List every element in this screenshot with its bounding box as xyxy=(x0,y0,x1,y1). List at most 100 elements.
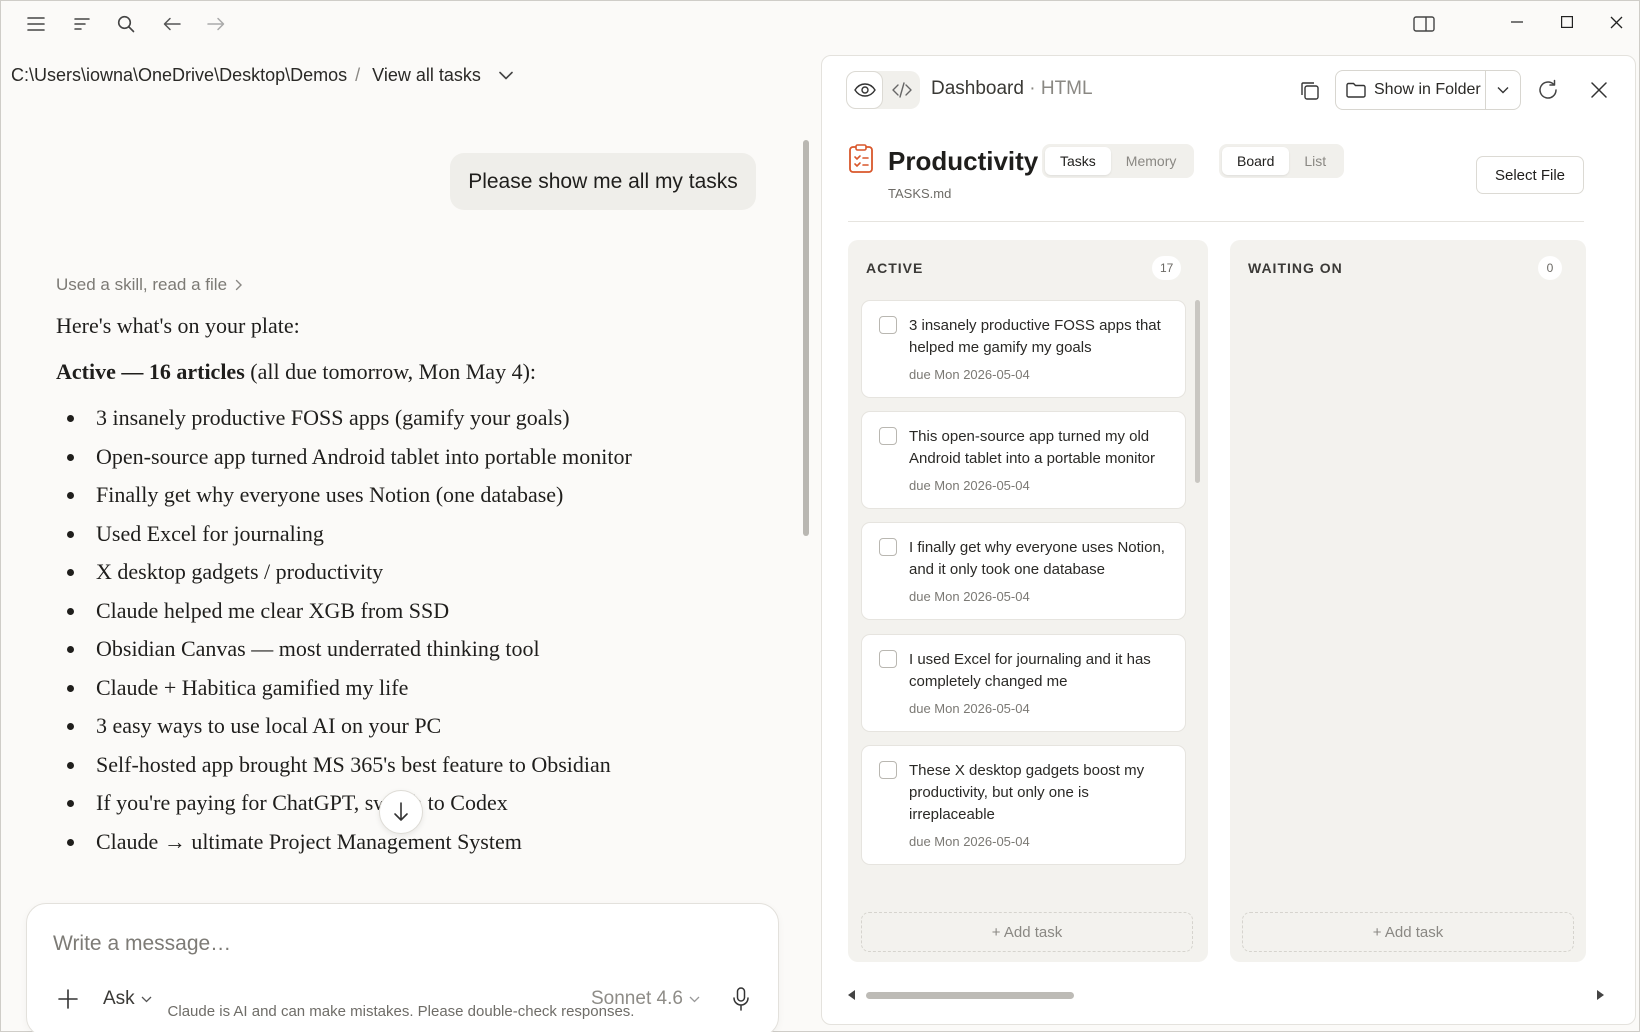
show-in-folder-dropdown[interactable] xyxy=(1486,71,1520,109)
scroll-right-icon[interactable] xyxy=(1596,990,1604,1000)
preview-toggle[interactable] xyxy=(846,71,883,109)
list-item: Finally get why everyone uses Notion (on… xyxy=(56,482,756,521)
folder-icon xyxy=(1346,82,1366,98)
active-heading: Active — 16 articles xyxy=(56,359,245,384)
close-panel-button[interactable] xyxy=(1584,75,1614,105)
artifact-name: Dashboard xyxy=(931,78,1024,99)
list-item: X desktop gadgets / productivity xyxy=(56,559,756,598)
task-title: I finally get why everyone uses Notion, … xyxy=(909,539,1165,578)
tab-board[interactable]: Board xyxy=(1222,147,1290,175)
header-divider xyxy=(848,221,1584,222)
breadcrumb: C:\Users\iowna\OneDrive\Desktop\Demos / … xyxy=(11,65,513,86)
forward-arrow-icon[interactable] xyxy=(201,9,231,39)
column-title: ACTIVE xyxy=(866,260,924,276)
view-all-tasks-link[interactable]: View all tasks xyxy=(372,65,481,86)
user-message-text: Please show me all my tasks xyxy=(468,169,738,193)
list-item: Used Excel for journaling xyxy=(56,521,756,560)
list-item: Self-hosted app brought MS 365's best fe… xyxy=(56,752,756,791)
card-list: 3 insanely productive FOSS apps that hel… xyxy=(861,300,1188,878)
artifact-panel: Dashboard · HTML Show in Folder Producti… xyxy=(821,55,1636,1025)
breadcrumb-path[interactable]: C:\Users\iowna\OneDrive\Desktop\Demos xyxy=(11,65,347,86)
show-in-folder-button[interactable]: Show in Folder xyxy=(1335,70,1521,110)
clipboard-checklist-icon xyxy=(848,144,874,174)
active-detail: (all due tomorrow, Mon May 4): xyxy=(244,359,537,384)
title-bar xyxy=(1,1,1640,45)
task-card[interactable]: This open-source app turned my old Andro… xyxy=(861,411,1186,509)
maximize-icon[interactable] xyxy=(1544,7,1590,37)
board-column-active: ACTIVE 17 3 insanely productive FOSS app… xyxy=(848,240,1208,962)
task-title: I used Excel for journaling and it has c… xyxy=(909,651,1151,690)
task-card[interactable]: These X desktop gadgets boost my product… xyxy=(861,745,1186,865)
ai-disclaimer: Claude is AI and can make mistakes. Plea… xyxy=(167,1003,635,1020)
skill-usage-toggle[interactable]: Used a skill, read a file xyxy=(56,275,243,295)
refresh-button[interactable] xyxy=(1533,75,1563,105)
list-item: 3 easy ways to use local AI on your PC xyxy=(56,713,756,752)
minimize-icon[interactable] xyxy=(1494,7,1540,37)
column-count-badge: 0 xyxy=(1538,256,1562,280)
select-file-button[interactable]: Select File xyxy=(1476,156,1584,194)
task-checkbox[interactable] xyxy=(879,316,897,334)
view-mode-toggle xyxy=(846,71,920,109)
dashboard-title: Productivity xyxy=(888,146,1039,176)
message-input[interactable]: Write a message… xyxy=(53,932,231,956)
task-title: These X desktop gadgets boost my product… xyxy=(909,762,1145,823)
task-due-date: due Mon 2026-05-04 xyxy=(909,834,1030,849)
panel-header: Dashboard · HTML Show in Folder xyxy=(822,56,1637,126)
list-item: 3 insanely productive FOSS apps (gamify … xyxy=(56,405,756,444)
task-title: This open-source app turned my old Andro… xyxy=(909,428,1155,467)
chat-pane: C:\Users\iowna\OneDrive\Desktop\Demos / … xyxy=(1,45,813,1032)
show-in-folder-main[interactable]: Show in Folder xyxy=(1336,71,1487,109)
task-card[interactable]: I finally get why everyone uses Notion, … xyxy=(861,522,1186,620)
chevron-down-icon[interactable] xyxy=(499,71,513,80)
tab-tasks[interactable]: Tasks xyxy=(1045,147,1111,175)
refresh-icon xyxy=(1539,79,1557,99)
chevron-right-icon xyxy=(235,279,243,291)
scrollbar-thumb[interactable] xyxy=(866,992,1074,999)
task-checkbox[interactable] xyxy=(879,427,897,445)
task-checkbox[interactable] xyxy=(879,761,897,779)
board-list-tabs: Board List xyxy=(1219,144,1345,178)
breadcrumb-separator: / xyxy=(355,65,361,85)
task-due-date: due Mon 2026-05-04 xyxy=(909,701,1030,716)
list-item: Claude → ultimate Project Management Sys… xyxy=(56,829,756,868)
chevron-down-icon xyxy=(1497,87,1509,94)
column-scrollbar[interactable] xyxy=(1195,300,1200,483)
response-intro: Here's what's on your plate: xyxy=(56,313,300,338)
code-toggle[interactable] xyxy=(883,71,920,109)
list-item: Claude helped me clear XGB from SSD xyxy=(56,598,756,637)
tasks-memory-tabs: Tasks Memory xyxy=(1042,144,1195,178)
menu-icon[interactable] xyxy=(21,9,51,39)
app-window: C:\Users\iowna\OneDrive\Desktop\Demos / … xyxy=(0,0,1640,1032)
active-summary: Active — 16 articles (all due tomorrow, … xyxy=(56,359,756,385)
eye-icon xyxy=(853,83,876,97)
column-count-badge: 17 xyxy=(1152,256,1182,280)
list-item: Open-source app turned Android tablet in… xyxy=(56,444,756,483)
add-task-button[interactable]: + Add task xyxy=(1242,912,1574,952)
copy-button[interactable] xyxy=(1297,78,1323,104)
list-item: Claude + Habitica gamified my life xyxy=(56,675,756,714)
scroll-left-icon[interactable] xyxy=(848,990,856,1000)
back-arrow-icon[interactable] xyxy=(157,9,187,39)
search-icon[interactable] xyxy=(111,9,141,39)
chat-scrollbar[interactable] xyxy=(803,140,809,536)
panel-layout-icon[interactable] xyxy=(1409,9,1439,39)
title-separator: · xyxy=(1023,78,1041,99)
copy-icon xyxy=(1301,82,1319,100)
window-close-icon[interactable] xyxy=(1593,7,1639,37)
scroll-to-bottom-button[interactable] xyxy=(379,790,423,834)
task-checkbox[interactable] xyxy=(879,538,897,556)
task-card[interactable]: 3 insanely productive FOSS apps that hel… xyxy=(861,300,1186,398)
task-due-date: due Mon 2026-05-04 xyxy=(909,478,1030,493)
user-message-bubble: Please show me all my tasks xyxy=(450,153,756,210)
tab-list[interactable]: List xyxy=(1289,147,1341,175)
add-task-button[interactable]: + Add task xyxy=(861,912,1193,952)
task-title: 3 insanely productive FOSS apps that hel… xyxy=(909,317,1161,356)
board-horizontal-scrollbar[interactable] xyxy=(848,988,1608,1002)
tab-memory[interactable]: Memory xyxy=(1111,147,1192,175)
task-checkbox[interactable] xyxy=(879,650,897,668)
task-due-date: due Mon 2026-05-04 xyxy=(909,367,1030,382)
task-card[interactable]: I used Excel for journaling and it has c… xyxy=(861,634,1186,732)
sidebar-toggle-icon[interactable] xyxy=(67,9,97,39)
artifact-type: HTML xyxy=(1040,78,1093,99)
assistant-response: Here's what's on your plate: Active — 16… xyxy=(56,313,756,867)
